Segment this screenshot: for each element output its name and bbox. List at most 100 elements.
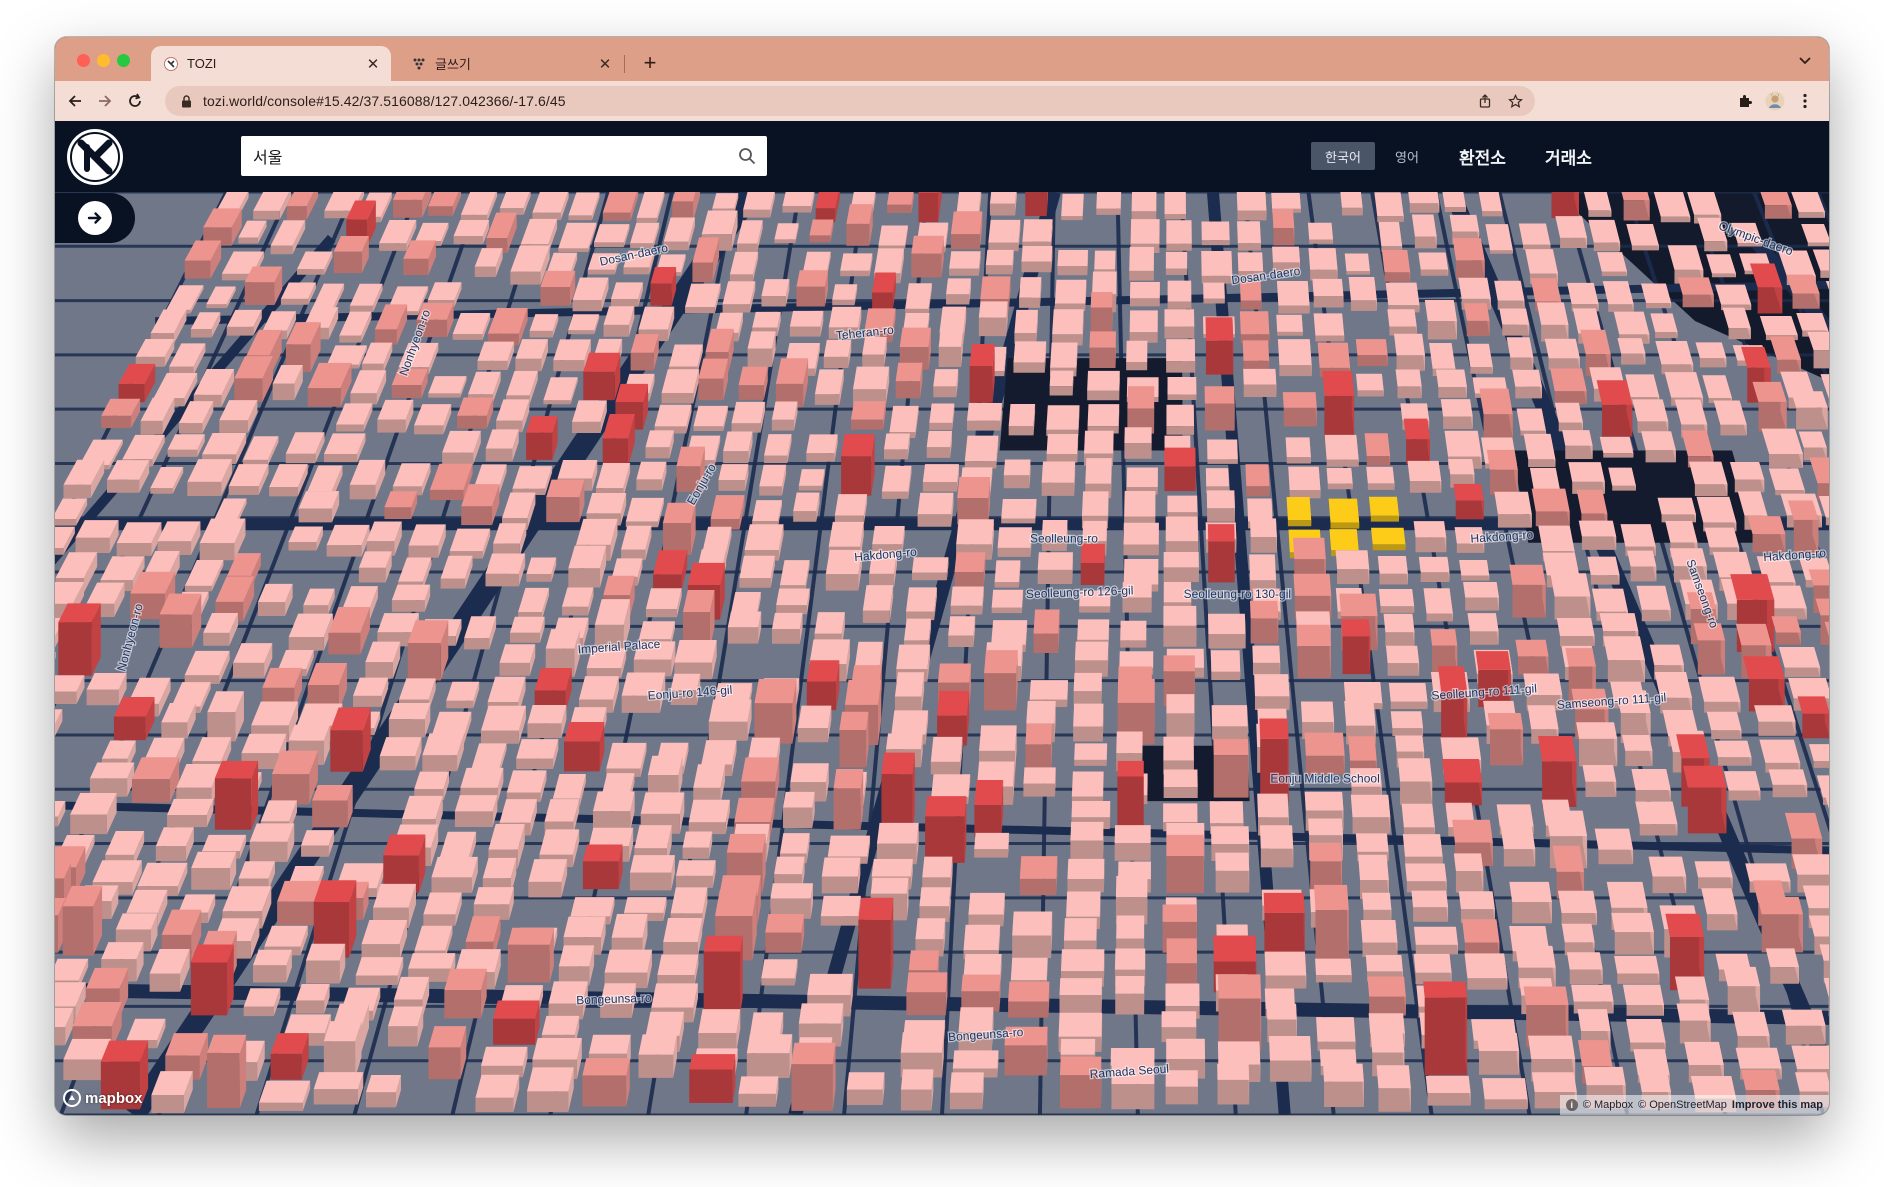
map-building[interactable] xyxy=(1207,439,1238,464)
map-building[interactable] xyxy=(1683,765,1727,834)
map-building[interactable] xyxy=(527,704,567,738)
map-building[interactable] xyxy=(1114,825,1151,861)
map-building[interactable] xyxy=(1435,369,1467,398)
map-building[interactable] xyxy=(1423,981,1468,1076)
map-building[interactable] xyxy=(1328,498,1360,529)
map-building[interactable] xyxy=(1350,794,1391,834)
map-building[interactable] xyxy=(771,401,798,431)
map-building[interactable] xyxy=(1402,834,1443,864)
close-tab-icon[interactable]: ✕ xyxy=(363,54,383,74)
map-building[interactable] xyxy=(507,927,554,983)
map-building[interactable] xyxy=(249,823,295,863)
map-building[interactable] xyxy=(1074,641,1109,677)
map-building[interactable] xyxy=(654,404,692,434)
map-building[interactable] xyxy=(568,314,600,335)
map-building[interactable] xyxy=(1515,639,1549,675)
map-building[interactable] xyxy=(1462,919,1500,958)
map-building[interactable] xyxy=(858,897,894,989)
map-building[interactable] xyxy=(1037,552,1073,585)
close-window-button[interactable] xyxy=(77,54,90,67)
map-building[interactable] xyxy=(688,799,730,835)
map-building[interactable] xyxy=(1557,890,1598,926)
map-building[interactable] xyxy=(1046,405,1080,436)
map-building[interactable] xyxy=(593,224,630,248)
map-building[interactable] xyxy=(1466,343,1493,374)
map-building[interactable] xyxy=(1438,666,1468,746)
map-building[interactable] xyxy=(1126,340,1148,371)
map-building[interactable] xyxy=(1538,735,1577,808)
map-building[interactable] xyxy=(1554,402,1583,432)
map-building[interactable] xyxy=(754,679,797,744)
map-building[interactable] xyxy=(674,639,717,680)
map-building[interactable] xyxy=(1413,521,1447,553)
map-building[interactable] xyxy=(1518,223,1551,250)
map-building[interactable] xyxy=(298,491,340,523)
map-building[interactable] xyxy=(793,492,820,522)
map-building[interactable] xyxy=(407,620,449,681)
map-building[interactable] xyxy=(814,369,844,405)
map-building[interactable] xyxy=(978,301,1008,337)
map-building[interactable] xyxy=(662,502,696,556)
map-building[interactable] xyxy=(1115,976,1145,1015)
map-building[interactable] xyxy=(1167,495,1198,521)
map-building[interactable] xyxy=(966,402,1002,431)
map-building[interactable] xyxy=(326,524,370,557)
map-building[interactable] xyxy=(710,495,745,530)
map-building[interactable] xyxy=(365,1074,401,1108)
map-building[interactable] xyxy=(1385,645,1420,676)
map-building[interactable] xyxy=(1706,711,1742,740)
map-building[interactable] xyxy=(1166,339,1196,373)
map-building[interactable] xyxy=(895,362,923,399)
map-building[interactable] xyxy=(1732,1011,1770,1052)
map-building[interactable] xyxy=(964,435,999,469)
map-building[interactable] xyxy=(1201,250,1233,284)
map-building[interactable] xyxy=(1355,339,1388,367)
map-building[interactable] xyxy=(676,860,716,888)
tab-search-chevron-icon[interactable] xyxy=(1795,51,1815,71)
map-building[interactable] xyxy=(1641,431,1676,463)
map-building[interactable] xyxy=(1033,609,1060,653)
map-building[interactable] xyxy=(1388,682,1428,709)
map-building[interactable] xyxy=(86,672,127,706)
browser-menu-icon[interactable] xyxy=(1791,87,1819,115)
map-building[interactable] xyxy=(1309,842,1343,892)
map-building[interactable] xyxy=(1371,527,1406,551)
map-building[interactable] xyxy=(207,1034,247,1108)
map-building[interactable] xyxy=(1008,404,1036,436)
map-building[interactable] xyxy=(1694,861,1733,889)
map-building[interactable] xyxy=(526,1067,574,1113)
map-building[interactable] xyxy=(1499,308,1530,336)
map-building[interactable] xyxy=(821,857,861,894)
map-building[interactable] xyxy=(1245,464,1270,497)
map-building[interactable] xyxy=(685,283,721,314)
map-building[interactable] xyxy=(1378,221,1403,252)
map-building[interactable] xyxy=(1561,923,1595,956)
info-icon[interactable]: i xyxy=(1565,1099,1578,1111)
search-input[interactable] xyxy=(241,137,727,175)
map-building[interactable] xyxy=(1695,342,1727,368)
map-building[interactable] xyxy=(1413,926,1458,955)
map-building[interactable] xyxy=(473,887,514,920)
map-building[interactable] xyxy=(1129,246,1155,281)
map-building[interactable] xyxy=(1164,447,1196,492)
map-building[interactable] xyxy=(1163,605,1197,647)
map-building[interactable] xyxy=(1023,767,1056,797)
map-building[interactable] xyxy=(1210,650,1241,680)
map-building[interactable] xyxy=(62,885,103,956)
map-building[interactable] xyxy=(806,434,838,462)
map-building[interactable] xyxy=(783,791,815,829)
map-building[interactable] xyxy=(446,681,480,709)
map-building[interactable] xyxy=(1790,391,1828,430)
map-building[interactable] xyxy=(1217,1063,1250,1105)
map-building[interactable] xyxy=(1324,434,1359,467)
map-building[interactable] xyxy=(563,721,605,772)
map-building[interactable] xyxy=(89,762,135,797)
attribution-osm-link[interactable]: © OpenStreetMap xyxy=(1638,1099,1727,1111)
map-building[interactable] xyxy=(1272,209,1295,246)
map-building[interactable] xyxy=(759,464,787,496)
map-building[interactable] xyxy=(969,344,995,403)
map-building[interactable] xyxy=(1277,339,1312,377)
map-building[interactable] xyxy=(764,434,792,464)
map-building[interactable] xyxy=(905,283,932,314)
map-building[interactable] xyxy=(1204,386,1235,431)
